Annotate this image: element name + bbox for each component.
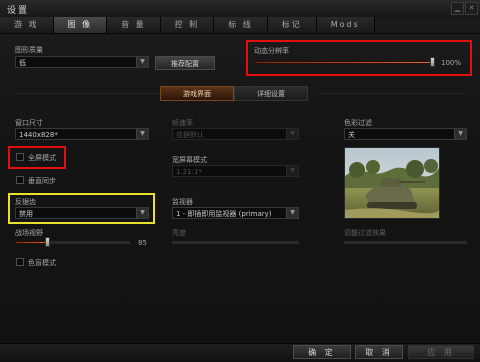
monitor-value: 1 - 即插即用监视器 (primary) — [176, 210, 272, 218]
cancel-button[interactable]: 取 消 — [355, 345, 403, 359]
antialiasing-value: 禁用 — [19, 210, 33, 218]
chevron-down-icon: ▼ — [136, 208, 148, 218]
apply-button[interactable]: 应 用 — [408, 345, 474, 359]
tab-graphics[interactable]: 图 像 — [53, 17, 108, 33]
brightness-slider[interactable] — [172, 241, 299, 244]
chevron-down-icon: ▼ — [286, 166, 298, 176]
antialiasing-label: 反锯齿 — [15, 198, 36, 206]
chevron-down-icon: ▼ — [286, 208, 298, 218]
subtab-details[interactable]: 详细设置 — [234, 86, 308, 101]
window-size-select[interactable]: 1440x828* ▼ — [15, 128, 149, 140]
fov-label: 战场视野 — [15, 229, 43, 237]
fov-value: 85 — [138, 239, 147, 247]
tab-reticle[interactable]: 标 线 — [214, 17, 268, 33]
tab-markers[interactable]: 标记 — [267, 17, 317, 33]
tab-game[interactable]: 游 戏 — [0, 17, 54, 33]
refresh-rate-select[interactable]: 依据默认 ▼ — [172, 128, 299, 140]
minimize-icon[interactable]: ▁ — [451, 2, 464, 15]
close-icon[interactable]: ✕ — [465, 2, 478, 15]
refresh-rate-value: 依据默认 — [176, 131, 204, 139]
chevron-down-icon: ▼ — [286, 129, 298, 139]
chevron-down-icon: ▼ — [454, 129, 466, 139]
window-title: 设置 — [7, 6, 30, 16]
title-bar — [0, 0, 480, 18]
divider-right — [320, 93, 465, 94]
tab-mods[interactable]: Mods — [316, 17, 375, 33]
colorblind-checkbox[interactable] — [16, 258, 24, 266]
dynamic-resolution-track — [254, 61, 432, 64]
tank-preview-svg — [345, 148, 439, 218]
color-filter-label: 色彩过滤 — [344, 119, 372, 127]
tab-controls[interactable]: 控 制 — [160, 17, 215, 33]
color-filter-value: 关 — [348, 131, 355, 139]
graphics-quality-select[interactable]: 低 ▼ — [15, 56, 149, 68]
fov-track-empty — [48, 241, 130, 244]
graphics-quality-label: 图形质量 — [15, 46, 43, 54]
fullscreen-label: 全屏模式 — [28, 154, 56, 162]
dynamic-resolution-value: 100% — [441, 59, 462, 67]
refresh-rate-label: 帧速率 — [172, 119, 193, 127]
vsync-label: 垂直同步 — [28, 177, 56, 185]
window-size-value: 1440x828* — [19, 131, 58, 139]
antialiasing-select[interactable]: 禁用 ▼ — [15, 207, 149, 219]
dynamic-resolution-slider[interactable] — [430, 57, 435, 67]
brightness-label: 亮度 — [172, 229, 186, 237]
graphics-quality-value: 低 — [19, 59, 26, 67]
window-size-label: 窗口尺寸 — [15, 119, 43, 127]
monitor-label: 监视器 — [172, 198, 193, 206]
ok-button[interactable]: 确 定 — [293, 345, 351, 359]
color-filter-select[interactable]: 关 ▼ — [344, 128, 467, 140]
fov-slider[interactable] — [45, 237, 50, 247]
fullscreen-checkbox[interactable] — [16, 153, 24, 161]
main-tabs: 游 戏 图 像 音 量 控 制 标 线 标记 Mods — [0, 17, 480, 34]
vsync-checkbox[interactable] — [16, 176, 24, 184]
settings-window: 设置 ▁ ✕ 游 戏 图 像 音 量 控 制 标 线 标记 Mods 图形质量 … — [0, 0, 480, 362]
filter-effect-slider[interactable] — [344, 241, 467, 244]
widescreen-label: 宽屏幕模式 — [172, 156, 207, 164]
chevron-down-icon: ▼ — [136, 57, 148, 67]
color-filter-preview-image — [344, 147, 440, 219]
subtab-game-interface[interactable]: 游戏界面 — [160, 86, 234, 101]
chevron-down-icon: ▼ — [136, 129, 148, 139]
monitor-select[interactable]: 1 - 即插即用监视器 (primary) ▼ — [172, 207, 299, 219]
tab-sound[interactable]: 音 量 — [107, 17, 161, 33]
filter-effect-label: 调整过滤效果 — [344, 229, 386, 237]
recommended-button[interactable]: 推荐配置 — [155, 56, 215, 70]
divider-left — [15, 93, 160, 94]
widescreen-value: 1.21:1* — [176, 168, 202, 176]
colorblind-label: 色盲模式 — [28, 259, 56, 267]
fov-track-filled — [15, 241, 48, 244]
widescreen-select[interactable]: 1.21:1* ▼ — [172, 165, 299, 177]
dynamic-resolution-label: 动态分辨率 — [254, 47, 289, 55]
sub-tabs: 游戏界面 详细设置 — [160, 86, 308, 101]
